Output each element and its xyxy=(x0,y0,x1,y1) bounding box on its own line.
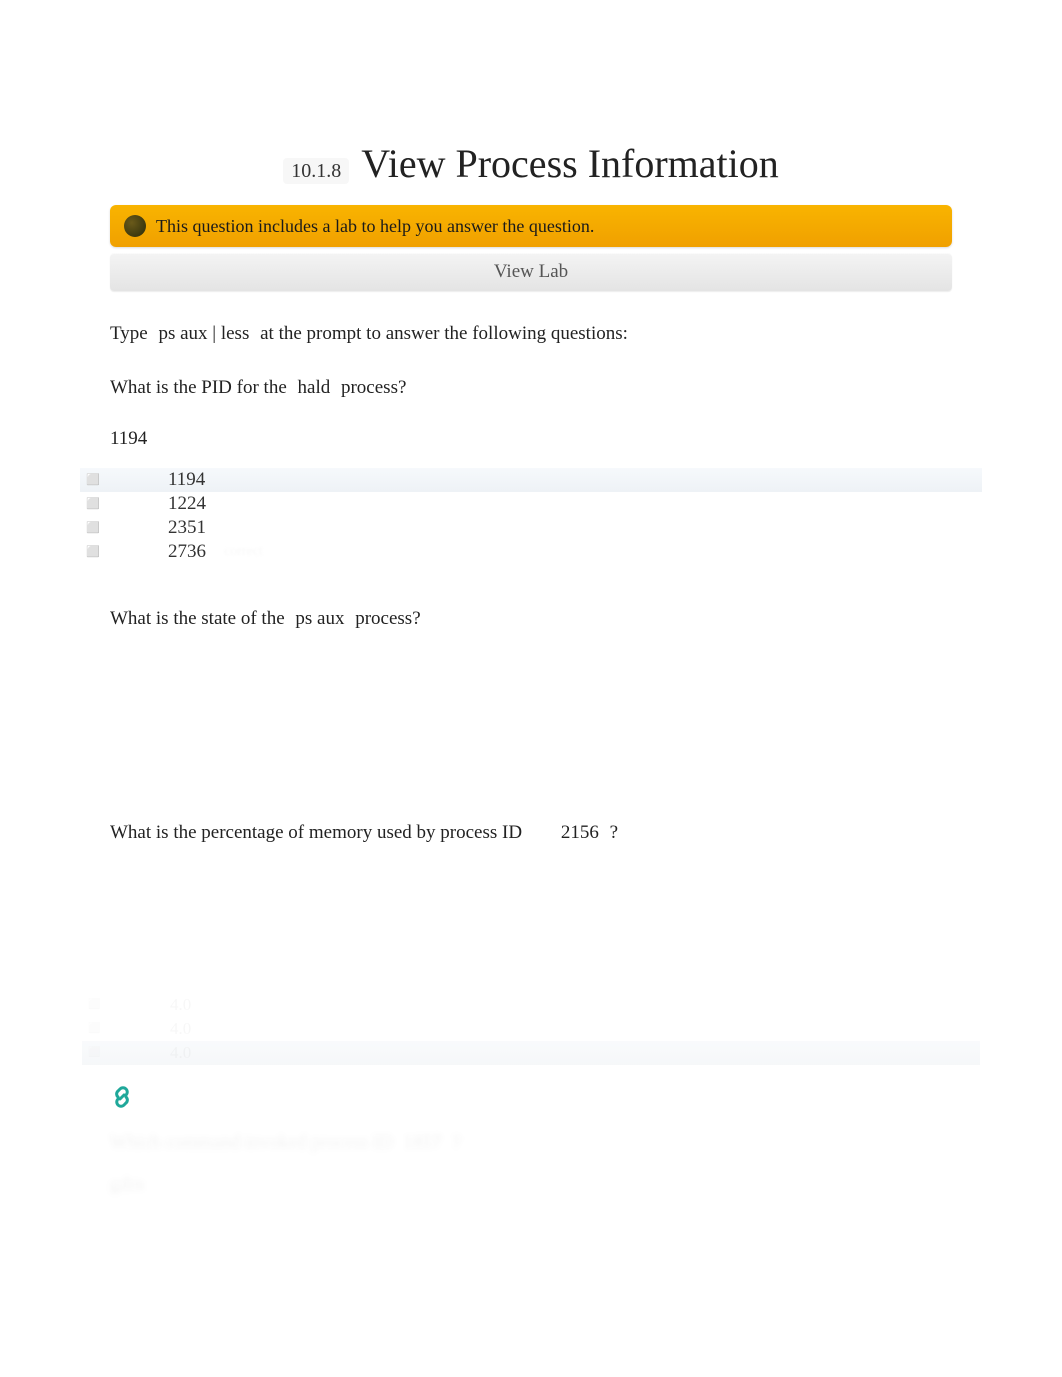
page-title: View Process Information xyxy=(361,141,779,186)
answer-4-blurred: gdm xyxy=(110,1174,952,1196)
option-label: 2736 xyxy=(168,541,206,563)
instruction-text: Type ps aux | less at the prompt to answ… xyxy=(110,319,952,349)
question-4-blurred: Which command invoked process ID 1857 ? xyxy=(110,1132,952,1154)
faded-option-row: ⬜ 4.0 xyxy=(82,993,980,1017)
info-icon xyxy=(124,215,146,237)
view-lab-button[interactable]: View Lab xyxy=(110,253,952,291)
code-command: ps aux | less xyxy=(152,323,255,344)
view-lab-label: View Lab xyxy=(494,261,568,282)
radio-icon: ⬜ xyxy=(86,473,98,486)
lab-alert: This question includes a lab to help you… xyxy=(110,205,952,247)
answer-1: 1194 xyxy=(110,428,952,450)
question-3: What is the percentage of memory used by… xyxy=(110,818,952,848)
radio-icon: ⬜ xyxy=(88,999,100,1010)
radio-icon: ⬜ xyxy=(88,1023,100,1034)
section-number: 10.1.8 xyxy=(283,158,349,184)
faded-option-row: ⬜ 4.0 xyxy=(82,1041,980,1065)
option-row[interactable]: ⬜ 2351 xyxy=(80,516,982,540)
radio-icon: ⬜ xyxy=(88,1047,100,1058)
option-row[interactable]: ⬜ 1224 xyxy=(80,492,982,516)
radio-icon: ⬜ xyxy=(86,545,98,558)
code-hald: hald xyxy=(292,377,337,398)
option-label: 1194 xyxy=(168,469,205,491)
title-row: 10.1.8 View Process Information xyxy=(80,140,982,187)
faded-option-row: ⬜ 4.0 xyxy=(82,1017,980,1041)
options-list-1: ⬜ 1194 ⬜ 1224 ⬜ 2351 ⬜ 2736 correct xyxy=(80,468,982,564)
question-2: What is the state of the ps aux process? xyxy=(110,604,952,634)
option-hint: correct xyxy=(224,544,263,560)
option-row[interactable]: ⬜ 2736 correct xyxy=(80,540,982,564)
code-pid: 2156 xyxy=(555,822,605,843)
faded-options: ⬜ 4.0 ⬜ 4.0 ⬜ 4.0 xyxy=(82,993,980,1065)
option-label: 2351 xyxy=(168,517,206,539)
radio-icon: ⬜ xyxy=(86,521,98,534)
radio-icon: ⬜ xyxy=(86,497,98,510)
question-1: What is the PID for the hald process? xyxy=(110,373,952,403)
code-psaux: ps aux xyxy=(289,608,350,629)
alert-text: This question includes a lab to help you… xyxy=(156,216,594,237)
link-icon[interactable] xyxy=(110,1085,952,1114)
option-row[interactable]: ⬜ 1194 xyxy=(80,468,982,492)
option-label: 1224 xyxy=(168,493,206,515)
